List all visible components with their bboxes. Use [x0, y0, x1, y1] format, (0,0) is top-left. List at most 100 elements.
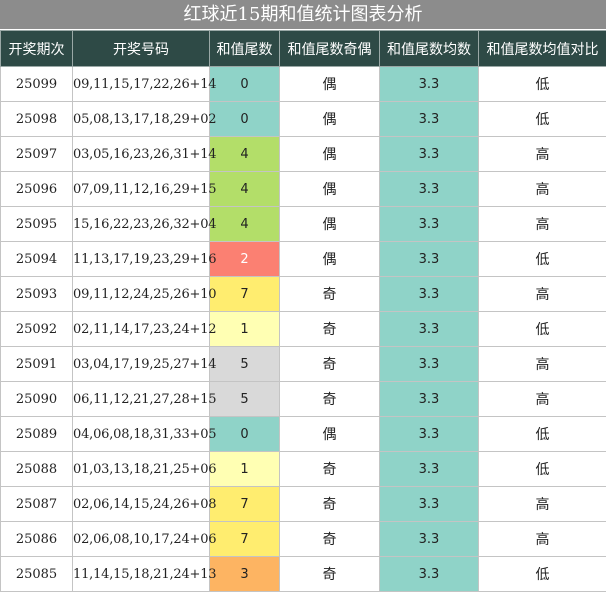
header-numbers: 开奖号码 [73, 31, 210, 67]
cell-numbers: 03,05,16,23,26,31+14 [73, 137, 210, 172]
cell-issue: 25087 [1, 487, 73, 522]
cell-tail: 0 [210, 417, 280, 452]
cell-tail: 7 [210, 277, 280, 312]
header-tail: 和值尾数 [210, 31, 280, 67]
cell-tail: 2 [210, 242, 280, 277]
cell-numbers: 07,09,11,12,16,29+15 [73, 172, 210, 207]
cell-avg: 3.3 [380, 172, 479, 207]
cell-numbers: 11,14,15,18,21,24+13 [73, 557, 210, 592]
cell-avg: 3.3 [380, 207, 479, 242]
cell-avg: 3.3 [380, 137, 479, 172]
cell-compare: 高 [479, 522, 606, 557]
cell-tail: 4 [210, 207, 280, 242]
header-issue: 开奖期次 [1, 31, 73, 67]
cell-issue: 25098 [1, 102, 73, 137]
table-row: 2508602,06,08,10,17,24+067奇3.3高 [1, 522, 606, 557]
cell-parity: 偶 [280, 242, 380, 277]
table-row: 2509103,04,17,19,25,27+145奇3.3高 [1, 347, 606, 382]
cell-tail: 1 [210, 452, 280, 487]
cell-avg: 3.3 [380, 277, 479, 312]
cell-avg: 3.3 [380, 487, 479, 522]
cell-tail: 7 [210, 522, 280, 557]
cell-numbers: 03,04,17,19,25,27+14 [73, 347, 210, 382]
cell-compare: 低 [479, 557, 606, 592]
table-row: 2508904,06,08,18,31,33+050偶3.3低 [1, 417, 606, 452]
cell-compare: 高 [479, 172, 606, 207]
cell-numbers: 09,11,15,17,22,26+14 [73, 67, 210, 102]
cell-issue: 25092 [1, 312, 73, 347]
cell-parity: 偶 [280, 67, 380, 102]
cell-numbers: 09,11,12,24,25,26+10 [73, 277, 210, 312]
cell-issue: 25085 [1, 557, 73, 592]
cell-parity: 偶 [280, 207, 380, 242]
cell-issue: 25090 [1, 382, 73, 417]
cell-avg: 3.3 [380, 557, 479, 592]
cell-compare: 低 [479, 312, 606, 347]
cell-issue: 25095 [1, 207, 73, 242]
table-row: 2509805,08,13,17,18,29+020偶3.3低 [1, 102, 606, 137]
cell-tail: 4 [210, 172, 280, 207]
table-row: 2509909,11,15,17,22,26+140偶3.3低 [1, 67, 606, 102]
table-row: 2508511,14,15,18,21,24+133奇3.3低 [1, 557, 606, 592]
cell-compare: 低 [479, 102, 606, 137]
table-row: 2509703,05,16,23,26,31+144偶3.3高 [1, 137, 606, 172]
cell-issue: 25094 [1, 242, 73, 277]
table-row: 2509411,13,17,19,23,29+162偶3.3低 [1, 242, 606, 277]
cell-numbers: 02,06,14,15,24,26+08 [73, 487, 210, 522]
cell-issue: 25089 [1, 417, 73, 452]
cell-compare: 高 [479, 382, 606, 417]
cell-tail: 0 [210, 67, 280, 102]
header-row: 开奖期次 开奖号码 和值尾数 和值尾数奇偶 和值尾数均数 和值尾数均值对比 [1, 31, 606, 67]
cell-parity: 偶 [280, 417, 380, 452]
cell-compare: 低 [479, 242, 606, 277]
cell-compare: 低 [479, 67, 606, 102]
header-compare: 和值尾数均值对比 [479, 31, 606, 67]
cell-compare: 高 [479, 207, 606, 242]
cell-parity: 奇 [280, 557, 380, 592]
cell-parity: 奇 [280, 522, 380, 557]
table-row: 2509309,11,12,24,25,26+107奇3.3高 [1, 277, 606, 312]
cell-avg: 3.3 [380, 67, 479, 102]
cell-compare: 低 [479, 452, 606, 487]
cell-tail: 1 [210, 312, 280, 347]
cell-compare: 低 [479, 417, 606, 452]
table-row: 2509515,16,22,23,26,32+044偶3.3高 [1, 207, 606, 242]
table-body: 2509909,11,15,17,22,26+140偶3.3低2509805,0… [1, 67, 606, 592]
table-row: 2508801,03,13,18,21,25+061奇3.3低 [1, 452, 606, 487]
cell-avg: 3.3 [380, 522, 479, 557]
cell-parity: 奇 [280, 452, 380, 487]
cell-numbers: 15,16,22,23,26,32+04 [73, 207, 210, 242]
cell-tail: 5 [210, 382, 280, 417]
cell-issue: 25086 [1, 522, 73, 557]
cell-parity: 偶 [280, 137, 380, 172]
cell-compare: 高 [479, 137, 606, 172]
cell-avg: 3.3 [380, 382, 479, 417]
cell-avg: 3.3 [380, 102, 479, 137]
cell-tail: 0 [210, 102, 280, 137]
header-parity: 和值尾数奇偶 [280, 31, 380, 67]
cell-tail: 5 [210, 347, 280, 382]
cell-issue: 25097 [1, 137, 73, 172]
cell-issue: 25099 [1, 67, 73, 102]
cell-numbers: 01,03,13,18,21,25+06 [73, 452, 210, 487]
header-avg: 和值尾数均数 [380, 31, 479, 67]
cell-compare: 高 [479, 277, 606, 312]
cell-compare: 高 [479, 347, 606, 382]
table-header: 开奖期次 开奖号码 和值尾数 和值尾数奇偶 和值尾数均数 和值尾数均值对比 [1, 31, 606, 67]
table-row: 2508702,06,14,15,24,26+087奇3.3高 [1, 487, 606, 522]
cell-issue: 25096 [1, 172, 73, 207]
cell-parity: 奇 [280, 347, 380, 382]
stats-table-container: 红球近15期和值统计图表分析 开奖期次 开奖号码 和值尾数 和值尾数奇偶 和值尾… [0, 0, 606, 590]
cell-parity: 偶 [280, 102, 380, 137]
cell-numbers: 02,11,14,17,23,24+12 [73, 312, 210, 347]
cell-avg: 3.3 [380, 452, 479, 487]
cell-avg: 3.3 [380, 347, 479, 382]
cell-issue: 25088 [1, 452, 73, 487]
table-row: 2509607,09,11,12,16,29+154偶3.3高 [1, 172, 606, 207]
cell-parity: 奇 [280, 312, 380, 347]
cell-tail: 7 [210, 487, 280, 522]
table-row: 2509006,11,12,21,27,28+155奇3.3高 [1, 382, 606, 417]
cell-parity: 奇 [280, 382, 380, 417]
cell-parity: 奇 [280, 487, 380, 522]
cell-numbers: 06,11,12,21,27,28+15 [73, 382, 210, 417]
